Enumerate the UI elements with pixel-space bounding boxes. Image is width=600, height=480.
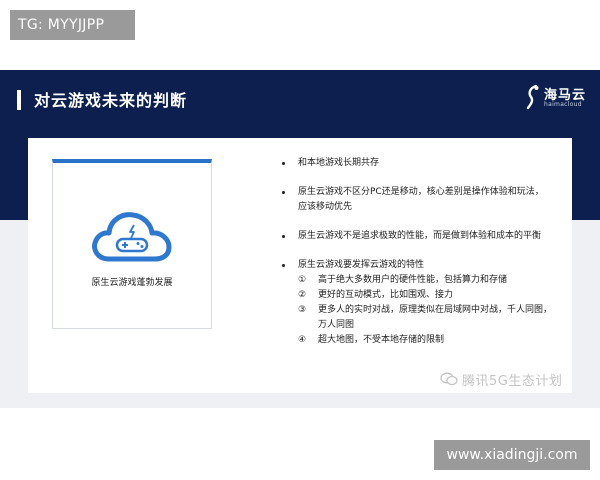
- sub-item-text: 更多人的实时对战，原理类似在局域网中对战，千人同图，: [318, 305, 553, 315]
- site-label: www.xiadingji.com: [434, 440, 590, 470]
- content-panel: 原生云游戏蓬勃发展 和本地游戏长期共存 原生云游戏不区分PC还是移动，核心差别是…: [28, 138, 572, 393]
- wechat-icon: [440, 372, 458, 386]
- sub-item-number: ③: [298, 305, 307, 315]
- watermark-text: 腾讯5G生态计划: [462, 374, 563, 389]
- sub-item-text-continued: 万人同图: [318, 320, 355, 330]
- sub-item-text: 更好的互动模式，比如围观、接力: [318, 290, 454, 300]
- slide-title: 对云游戏未来的判断: [34, 91, 188, 110]
- sub-item: ④ 超大地图，不受本地存储的限制: [298, 333, 568, 348]
- haima-logo-icon: [526, 84, 539, 110]
- slide: 对云游戏未来的判断 海马云 haimacloud 原生云游戏蓬勃发展 和本地游戏…: [0, 70, 600, 408]
- sub-item-text: 超大地图，不受本地存储的限制: [318, 335, 445, 345]
- sub-item: ① 高于绝大多数用户的硬件性能，包括算力和存储: [298, 273, 568, 288]
- title-accent-bar: [17, 90, 21, 110]
- haima-logo: 海马云 haimacloud: [526, 80, 586, 114]
- cloud-gaming-card: 原生云游戏蓬勃发展: [52, 159, 212, 329]
- sub-item: ② 更好的互动模式，比如围观、接力: [298, 288, 568, 303]
- sub-item-number: ④: [298, 335, 307, 345]
- list-item: 原生云游戏不是追求极致的性能，而是做到体验和成本的平衡: [268, 229, 568, 244]
- logo-subtitle: haimacloud: [544, 101, 582, 108]
- bullet-dot: [282, 264, 285, 267]
- list-item: 和本地游戏长期共存: [268, 156, 568, 171]
- bullet-text: 原生云游戏不区分PC还是移动，核心差别是操作体验和玩法，: [298, 187, 544, 197]
- bullet-text: 和本地游戏长期共存: [298, 158, 380, 168]
- bullet-dot: [282, 162, 285, 165]
- tg-label: TG: MYYJJPP: [10, 10, 135, 40]
- list-item: 原生云游戏要发挥云游戏的特性 ① 高于绝大多数用户的硬件性能，包括算力和存储 ②…: [268, 258, 568, 348]
- bullet-dot: [282, 235, 285, 238]
- bullet-text: 原生云游戏不是追求极致的性能，而是做到体验和成本的平衡: [298, 231, 542, 241]
- list-item: 原生云游戏不区分PC还是移动，核心差别是操作体验和玩法， 应该移动优先: [268, 185, 568, 215]
- bullet-dot: [282, 191, 285, 194]
- sub-item-number: ②: [298, 290, 307, 300]
- bullet-text-continued: 应该移动优先: [298, 202, 353, 212]
- sub-item-text: 高于绝大多数用户的硬件性能，包括算力和存储: [318, 275, 508, 285]
- bullet-text: 原生云游戏要发挥云游戏的特性: [298, 260, 425, 270]
- bullet-list: 和本地游戏长期共存 原生云游戏不区分PC还是移动，核心差别是操作体验和玩法， 应…: [268, 156, 568, 362]
- sub-item: ③ 更多人的实时对战，原理类似在局域网中对战，千人同图， 万人同图: [298, 303, 568, 333]
- card-caption: 原生云游戏蓬勃发展: [91, 278, 173, 288]
- sub-item-number: ①: [298, 275, 307, 285]
- cloud-gamepad-icon: [92, 212, 172, 262]
